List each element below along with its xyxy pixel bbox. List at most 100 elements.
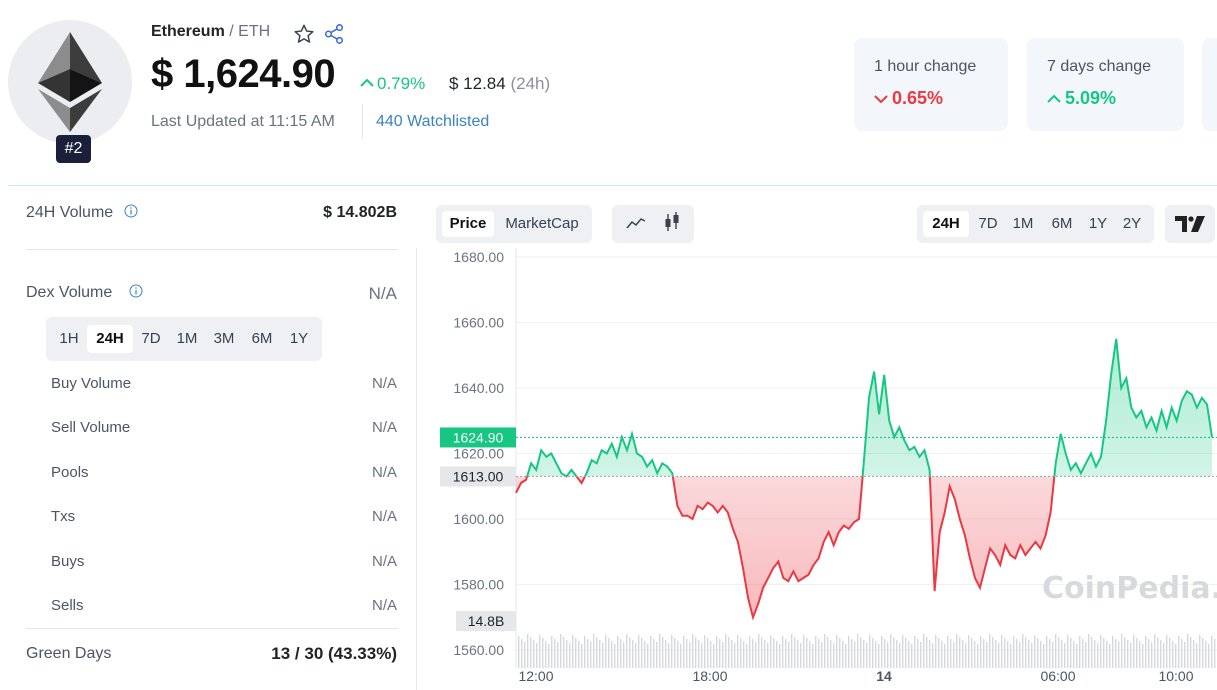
pools-label: Pools xyxy=(51,464,89,481)
volume-bar xyxy=(1019,642,1021,668)
volume-bar xyxy=(1193,640,1195,668)
volume-bar xyxy=(1013,636,1015,668)
tf-3m[interactable]: 3M xyxy=(206,325,242,353)
y-tick-label: 1660.00 xyxy=(453,315,504,331)
volume-bar xyxy=(839,638,841,668)
volume-bar xyxy=(1064,643,1066,668)
volume-bar xyxy=(1001,635,1003,668)
volume-bar xyxy=(857,634,859,668)
tf-7d[interactable]: 7D xyxy=(134,325,168,353)
volume-bar xyxy=(599,640,601,668)
volume-bar xyxy=(851,639,853,668)
volume-bar xyxy=(995,640,997,668)
tf-1m[interactable]: 1M xyxy=(170,325,204,353)
volume-bar xyxy=(1088,634,1090,668)
volume-bar xyxy=(761,637,763,668)
volume-bar xyxy=(623,642,625,668)
volume-24h-suffix: (24h) xyxy=(510,74,551,93)
price-tab[interactable]: Price xyxy=(442,211,494,237)
volume-bar xyxy=(1175,644,1177,668)
volume-bar xyxy=(1118,642,1120,668)
tradingview-button[interactable] xyxy=(1165,205,1215,243)
volume-bar xyxy=(881,636,883,668)
coin-name: Ethereum xyxy=(151,23,225,40)
volume-bar xyxy=(842,641,844,668)
volume-bar xyxy=(941,641,943,668)
info-icon[interactable] xyxy=(124,204,138,218)
range-1m[interactable]: 1M xyxy=(1007,211,1039,237)
volume-bar xyxy=(725,634,727,668)
volume-bar xyxy=(716,636,718,668)
volume-bar xyxy=(1034,635,1036,668)
volume-bar xyxy=(737,635,739,668)
volume-bar xyxy=(992,637,994,668)
info-icon[interactable] xyxy=(129,284,143,298)
price-value: $ 1,624.90 xyxy=(151,52,336,96)
volume-bar xyxy=(1052,642,1054,668)
volume-bar xyxy=(908,641,910,668)
volume-bar xyxy=(1094,640,1096,668)
volume-bar xyxy=(917,639,919,668)
volume-bar xyxy=(554,639,556,668)
volume-bar xyxy=(947,636,949,668)
volume-bar xyxy=(764,640,766,668)
volume-bar xyxy=(539,635,541,668)
volume-bar xyxy=(860,637,862,668)
volume-bar xyxy=(1040,641,1042,668)
volume-bar xyxy=(1187,634,1189,668)
range-2y[interactable]: 2Y xyxy=(1116,211,1148,237)
line-chart-button[interactable] xyxy=(620,211,652,237)
share-icon[interactable] xyxy=(323,23,345,45)
volume-bar xyxy=(1166,635,1168,668)
volume-bar xyxy=(1208,644,1210,668)
volume-bar xyxy=(680,644,682,668)
star-icon[interactable] xyxy=(293,23,315,45)
green-days-value: 13 / 30 (43.33%) xyxy=(271,644,397,663)
y-tick-label: 1580.00 xyxy=(453,577,504,593)
volume-bar xyxy=(974,641,976,668)
tf-24h[interactable]: 24H xyxy=(87,325,133,353)
volume-bar xyxy=(935,635,937,668)
volume-bar xyxy=(1133,635,1135,668)
tf-1y[interactable]: 1Y xyxy=(282,325,316,353)
volume-bar xyxy=(878,644,880,668)
volume-bar xyxy=(866,643,868,668)
last-updated: Last Updated at 11:15 AM xyxy=(151,113,335,130)
tf-6m[interactable]: 6M xyxy=(244,325,280,353)
candlestick-button[interactable] xyxy=(656,211,688,237)
price-chart[interactable]: 1680.00 1660.00 1640.00 1620.00 1600.00 1580.… xyxy=(416,248,1217,690)
volume-bar xyxy=(1067,635,1069,668)
volume-bar xyxy=(800,643,802,668)
sell-volume-value: N/A xyxy=(371,419,397,436)
volume-bar xyxy=(959,637,961,668)
x-tick-label: 12:00 xyxy=(518,668,553,684)
watchlisted-link[interactable]: 440 Watchlisted xyxy=(376,113,489,131)
current-price-label: 1624.90 xyxy=(453,429,504,445)
dex-label: Dex Volume xyxy=(26,284,113,301)
volume-bar xyxy=(701,643,703,668)
dex-timeframe-selector: 1H 24H 7D 1M 3M 6M 1Y xyxy=(46,317,322,361)
tf-1h[interactable]: 1H xyxy=(52,325,86,353)
volume-bar xyxy=(617,636,619,668)
volume-bar xyxy=(1073,641,1075,668)
volume-bar xyxy=(692,634,694,668)
range-7d[interactable]: 7D xyxy=(973,211,1003,237)
range-1y[interactable]: 1Y xyxy=(1083,211,1113,237)
week-change-card: 7 days change 5.09% xyxy=(1027,38,1184,131)
volume-bar xyxy=(1139,641,1141,668)
volume-bar xyxy=(1112,636,1114,668)
volume-bar xyxy=(551,636,553,668)
volume-bar xyxy=(695,637,697,668)
volume-bar xyxy=(1070,638,1072,668)
volume-bar xyxy=(1130,643,1132,668)
range-6m[interactable]: 6M xyxy=(1044,211,1080,237)
volume-bar xyxy=(704,635,706,668)
volume-bar xyxy=(872,638,874,668)
volume-bar xyxy=(605,635,607,668)
range-24h[interactable]: 24H xyxy=(923,211,969,237)
volume-bar xyxy=(524,642,526,668)
volume-bar xyxy=(527,634,529,668)
week-change-value: 5.09% xyxy=(1065,88,1117,108)
marketcap-tab[interactable]: MarketCap xyxy=(498,211,586,237)
coin-symbol: ETH xyxy=(238,23,271,40)
